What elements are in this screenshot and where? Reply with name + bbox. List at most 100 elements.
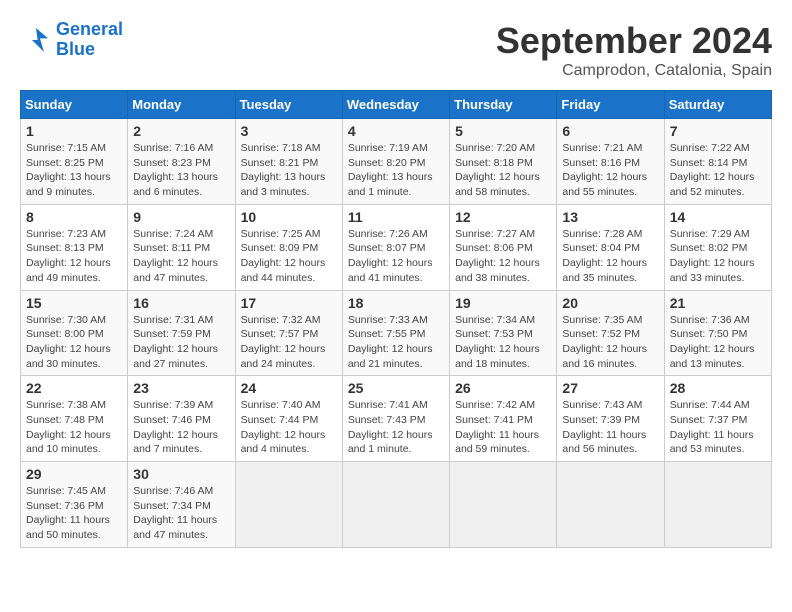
day-detail: Sunrise: 7:45 AMSunset: 7:36 PMDaylight:… (26, 485, 110, 541)
calendar-week-row: 22 Sunrise: 7:38 AMSunset: 7:48 PMDaylig… (21, 376, 772, 462)
page-header: General Blue September 2024 Camprodon, C… (20, 20, 772, 80)
calendar-cell: 26 Sunrise: 7:42 AMSunset: 7:41 PMDaylig… (450, 376, 557, 462)
day-number: 22 (26, 380, 122, 396)
day-number: 15 (26, 295, 122, 311)
calendar-cell: 28 Sunrise: 7:44 AMSunset: 7:37 PMDaylig… (664, 376, 771, 462)
day-detail: Sunrise: 7:34 AMSunset: 7:53 PMDaylight:… (455, 314, 540, 370)
header-friday: Friday (557, 91, 664, 119)
day-number: 7 (670, 123, 766, 139)
calendar-cell: 22 Sunrise: 7:38 AMSunset: 7:48 PMDaylig… (21, 376, 128, 462)
calendar-cell: 23 Sunrise: 7:39 AMSunset: 7:46 PMDaylig… (128, 376, 235, 462)
logo-text: General Blue (56, 20, 123, 60)
day-number: 6 (562, 123, 658, 139)
day-detail: Sunrise: 7:46 AMSunset: 7:34 PMDaylight:… (133, 485, 217, 541)
day-detail: Sunrise: 7:42 AMSunset: 7:41 PMDaylight:… (455, 399, 539, 455)
day-number: 24 (241, 380, 337, 396)
calendar-cell (557, 462, 664, 548)
calendar-cell: 14 Sunrise: 7:29 AMSunset: 8:02 PMDaylig… (664, 204, 771, 290)
calendar-cell: 3 Sunrise: 7:18 AMSunset: 8:21 PMDayligh… (235, 119, 342, 205)
day-detail: Sunrise: 7:29 AMSunset: 8:02 PMDaylight:… (670, 228, 755, 284)
title-block: September 2024 Camprodon, Catalonia, Spa… (496, 20, 772, 80)
day-number: 9 (133, 209, 229, 225)
calendar-week-row: 8 Sunrise: 7:23 AMSunset: 8:13 PMDayligh… (21, 204, 772, 290)
header-tuesday: Tuesday (235, 91, 342, 119)
calendar-cell: 20 Sunrise: 7:35 AMSunset: 7:52 PMDaylig… (557, 290, 664, 376)
calendar-week-row: 29 Sunrise: 7:45 AMSunset: 7:36 PMDaylig… (21, 462, 772, 548)
calendar-cell: 12 Sunrise: 7:27 AMSunset: 8:06 PMDaylig… (450, 204, 557, 290)
day-number: 14 (670, 209, 766, 225)
calendar-week-row: 15 Sunrise: 7:30 AMSunset: 8:00 PMDaylig… (21, 290, 772, 376)
calendar-cell: 30 Sunrise: 7:46 AMSunset: 7:34 PMDaylig… (128, 462, 235, 548)
calendar-cell: 18 Sunrise: 7:33 AMSunset: 7:55 PMDaylig… (342, 290, 449, 376)
calendar-cell (664, 462, 771, 548)
calendar-header-row: SundayMondayTuesdayWednesdayThursdayFrid… (21, 91, 772, 119)
day-detail: Sunrise: 7:28 AMSunset: 8:04 PMDaylight:… (562, 228, 647, 284)
day-detail: Sunrise: 7:43 AMSunset: 7:39 PMDaylight:… (562, 399, 646, 455)
day-detail: Sunrise: 7:44 AMSunset: 7:37 PMDaylight:… (670, 399, 754, 455)
calendar-table: SundayMondayTuesdayWednesdayThursdayFrid… (20, 90, 772, 548)
header-saturday: Saturday (664, 91, 771, 119)
day-detail: Sunrise: 7:31 AMSunset: 7:59 PMDaylight:… (133, 314, 218, 370)
day-detail: Sunrise: 7:27 AMSunset: 8:06 PMDaylight:… (455, 228, 540, 284)
calendar-cell: 17 Sunrise: 7:32 AMSunset: 7:57 PMDaylig… (235, 290, 342, 376)
calendar-cell: 6 Sunrise: 7:21 AMSunset: 8:16 PMDayligh… (557, 119, 664, 205)
day-detail: Sunrise: 7:16 AMSunset: 8:23 PMDaylight:… (133, 142, 218, 198)
logo-line1: General (56, 19, 123, 39)
header-sunday: Sunday (21, 91, 128, 119)
day-detail: Sunrise: 7:32 AMSunset: 7:57 PMDaylight:… (241, 314, 326, 370)
calendar-cell (450, 462, 557, 548)
calendar-cell (342, 462, 449, 548)
day-number: 20 (562, 295, 658, 311)
day-detail: Sunrise: 7:23 AMSunset: 8:13 PMDaylight:… (26, 228, 111, 284)
day-detail: Sunrise: 7:25 AMSunset: 8:09 PMDaylight:… (241, 228, 326, 284)
day-number: 23 (133, 380, 229, 396)
day-number: 30 (133, 466, 229, 482)
header-monday: Monday (128, 91, 235, 119)
day-number: 18 (348, 295, 444, 311)
calendar-cell: 21 Sunrise: 7:36 AMSunset: 7:50 PMDaylig… (664, 290, 771, 376)
day-number: 4 (348, 123, 444, 139)
day-number: 10 (241, 209, 337, 225)
day-detail: Sunrise: 7:20 AMSunset: 8:18 PMDaylight:… (455, 142, 540, 198)
day-number: 27 (562, 380, 658, 396)
day-number: 25 (348, 380, 444, 396)
day-detail: Sunrise: 7:35 AMSunset: 7:52 PMDaylight:… (562, 314, 647, 370)
calendar-cell: 4 Sunrise: 7:19 AMSunset: 8:20 PMDayligh… (342, 119, 449, 205)
day-number: 8 (26, 209, 122, 225)
day-detail: Sunrise: 7:26 AMSunset: 8:07 PMDaylight:… (348, 228, 433, 284)
day-detail: Sunrise: 7:30 AMSunset: 8:00 PMDaylight:… (26, 314, 111, 370)
calendar-cell: 8 Sunrise: 7:23 AMSunset: 8:13 PMDayligh… (21, 204, 128, 290)
calendar-cell: 16 Sunrise: 7:31 AMSunset: 7:59 PMDaylig… (128, 290, 235, 376)
day-detail: Sunrise: 7:40 AMSunset: 7:44 PMDaylight:… (241, 399, 326, 455)
day-number: 17 (241, 295, 337, 311)
month-title: September 2024 (496, 20, 772, 62)
day-detail: Sunrise: 7:18 AMSunset: 8:21 PMDaylight:… (241, 142, 326, 198)
calendar-cell (235, 462, 342, 548)
day-detail: Sunrise: 7:41 AMSunset: 7:43 PMDaylight:… (348, 399, 433, 455)
calendar-cell: 13 Sunrise: 7:28 AMSunset: 8:04 PMDaylig… (557, 204, 664, 290)
day-detail: Sunrise: 7:22 AMSunset: 8:14 PMDaylight:… (670, 142, 755, 198)
day-detail: Sunrise: 7:19 AMSunset: 8:20 PMDaylight:… (348, 142, 433, 198)
day-detail: Sunrise: 7:39 AMSunset: 7:46 PMDaylight:… (133, 399, 218, 455)
day-detail: Sunrise: 7:15 AMSunset: 8:25 PMDaylight:… (26, 142, 111, 198)
day-number: 29 (26, 466, 122, 482)
calendar-cell: 15 Sunrise: 7:30 AMSunset: 8:00 PMDaylig… (21, 290, 128, 376)
calendar-cell: 1 Sunrise: 7:15 AMSunset: 8:25 PMDayligh… (21, 119, 128, 205)
calendar-cell: 5 Sunrise: 7:20 AMSunset: 8:18 PMDayligh… (450, 119, 557, 205)
calendar-cell: 10 Sunrise: 7:25 AMSunset: 8:09 PMDaylig… (235, 204, 342, 290)
day-detail: Sunrise: 7:36 AMSunset: 7:50 PMDaylight:… (670, 314, 755, 370)
calendar-cell: 7 Sunrise: 7:22 AMSunset: 8:14 PMDayligh… (664, 119, 771, 205)
calendar-cell: 27 Sunrise: 7:43 AMSunset: 7:39 PMDaylig… (557, 376, 664, 462)
calendar-cell: 11 Sunrise: 7:26 AMSunset: 8:07 PMDaylig… (342, 204, 449, 290)
day-number: 28 (670, 380, 766, 396)
calendar-cell: 24 Sunrise: 7:40 AMSunset: 7:44 PMDaylig… (235, 376, 342, 462)
calendar-week-row: 1 Sunrise: 7:15 AMSunset: 8:25 PMDayligh… (21, 119, 772, 205)
day-number: 2 (133, 123, 229, 139)
header-wednesday: Wednesday (342, 91, 449, 119)
logo-icon (20, 24, 52, 56)
day-number: 16 (133, 295, 229, 311)
day-detail: Sunrise: 7:33 AMSunset: 7:55 PMDaylight:… (348, 314, 433, 370)
day-number: 5 (455, 123, 551, 139)
header-thursday: Thursday (450, 91, 557, 119)
day-number: 11 (348, 209, 444, 225)
